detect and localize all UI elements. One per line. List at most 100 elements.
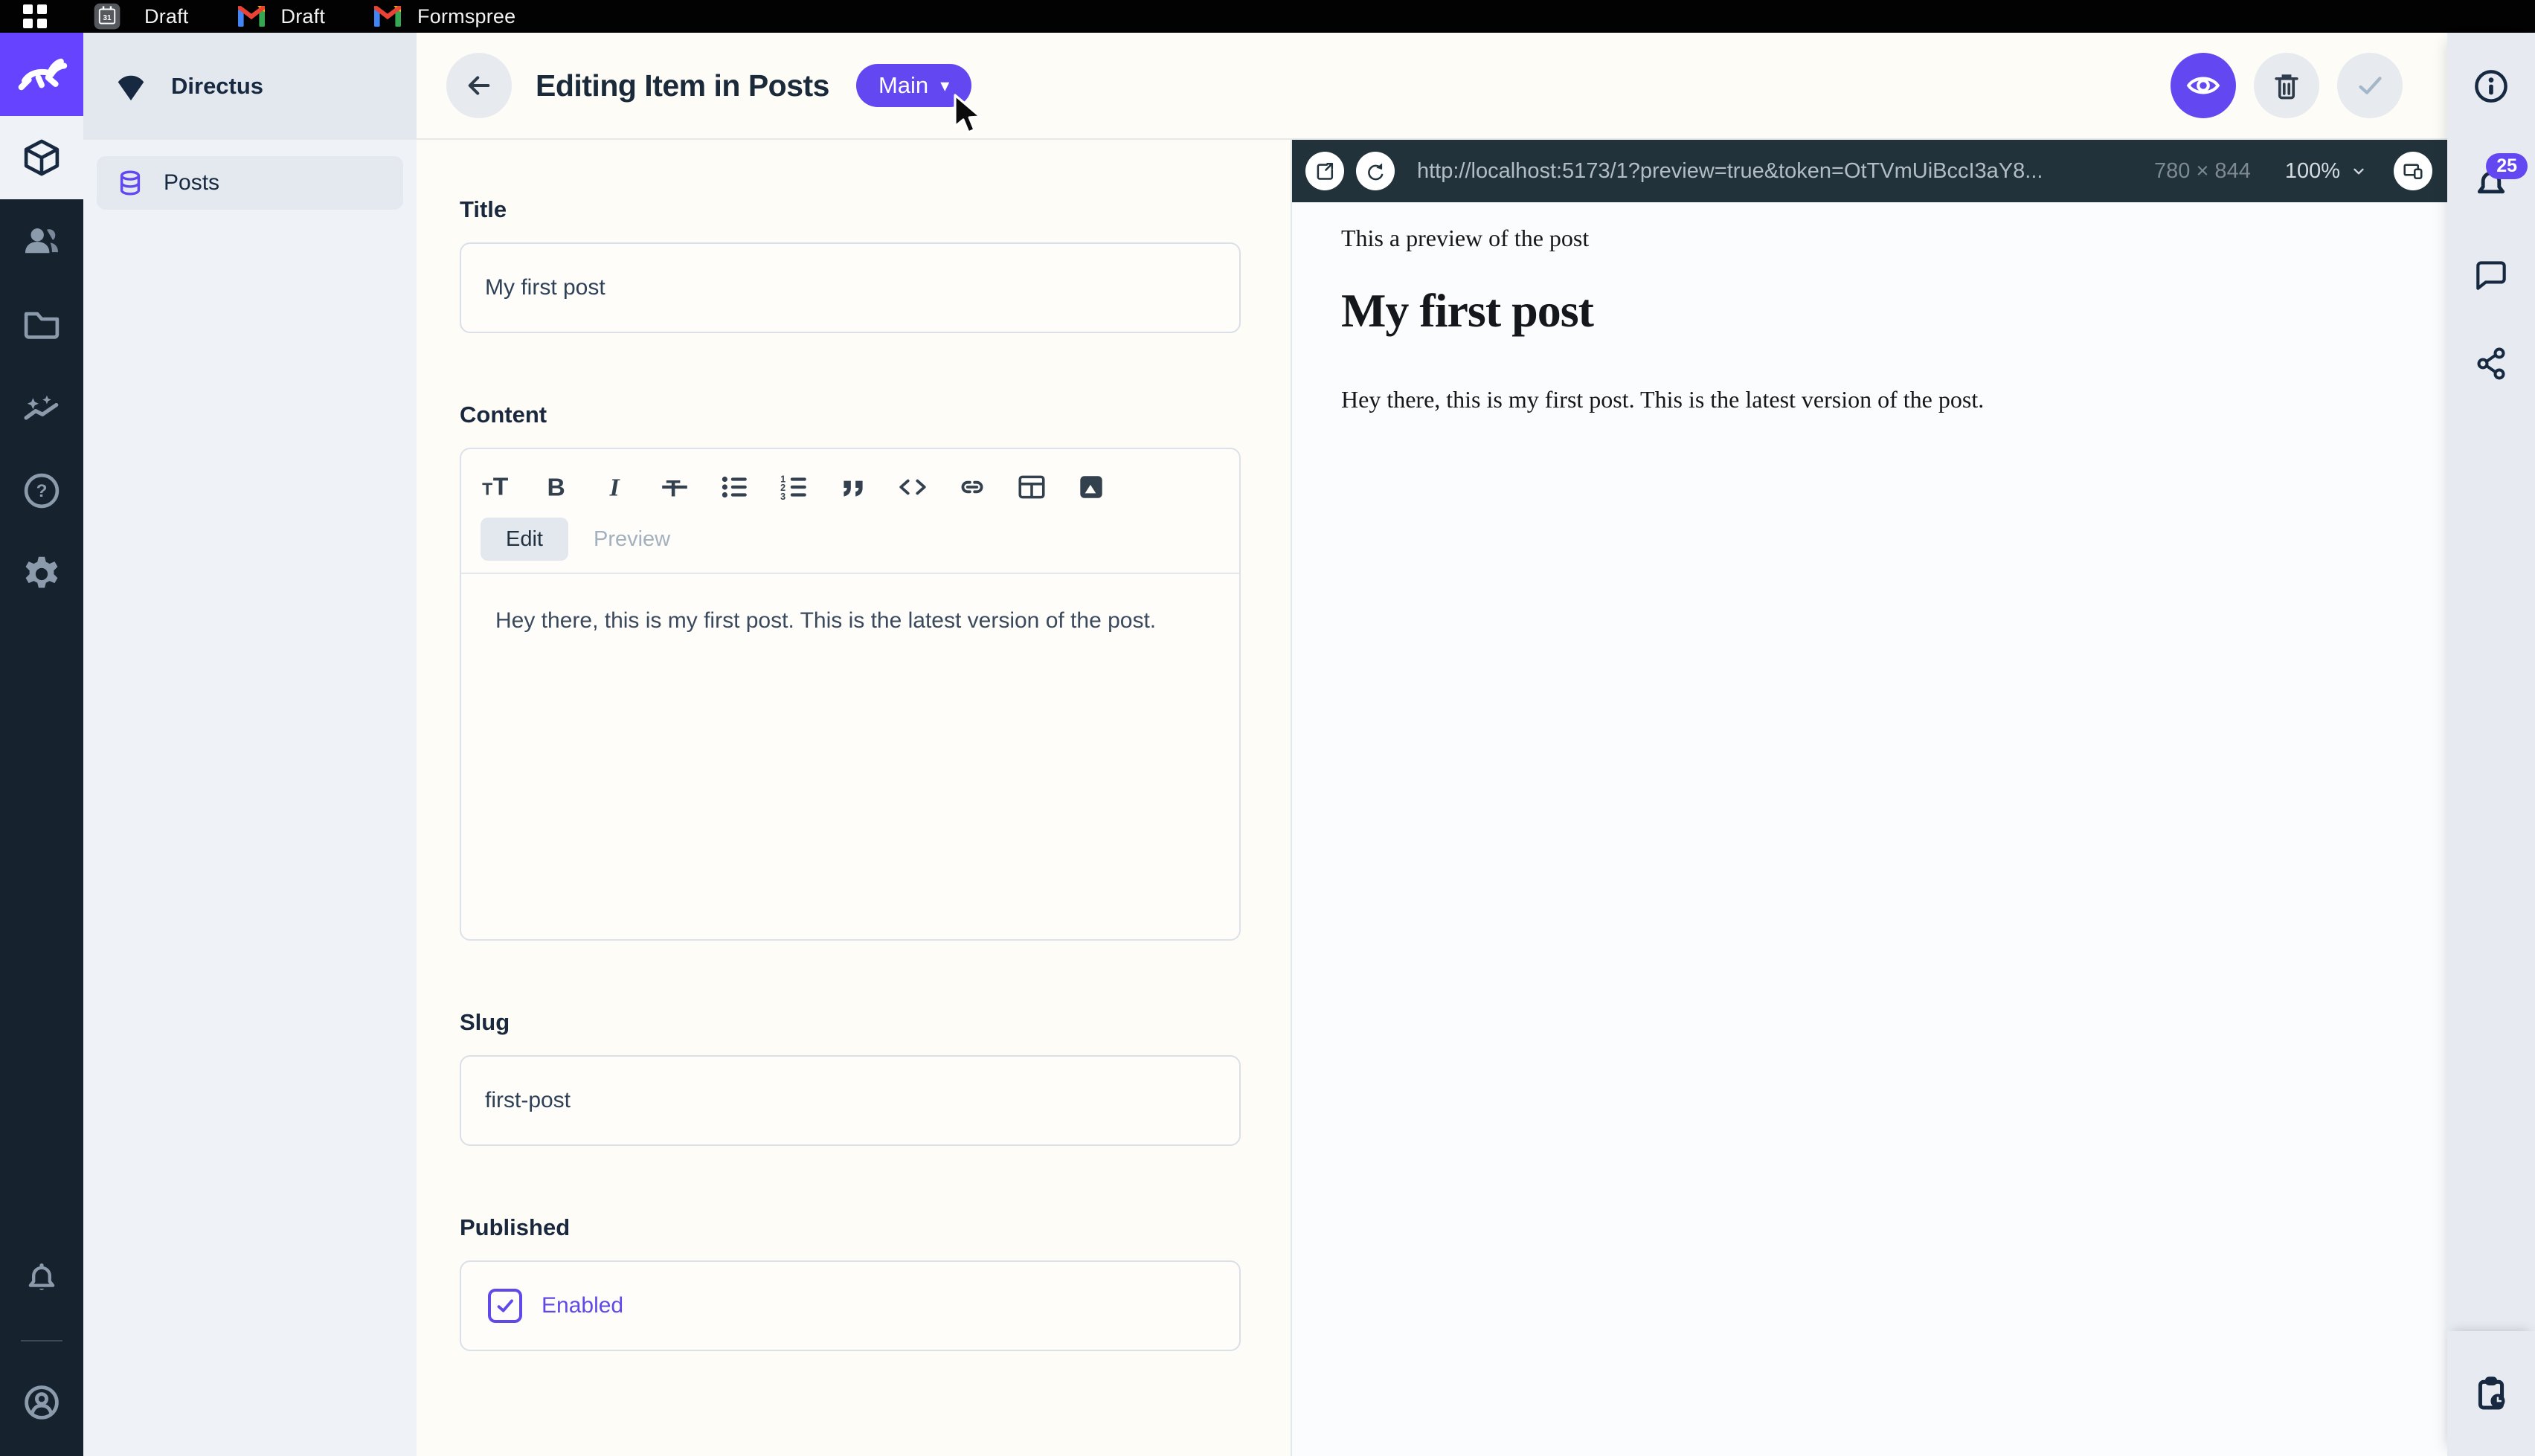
strikethrough-icon[interactable]: T: [659, 471, 690, 503]
page-title: Editing Item in Posts: [536, 68, 829, 103]
save-button[interactable]: [2337, 53, 2403, 118]
check-icon: [2352, 68, 2388, 103]
field-content: Content TT B I T 123: [460, 402, 1241, 941]
open-in-new-button[interactable]: [1305, 152, 1344, 190]
check-icon: [494, 1295, 516, 1317]
notifications-button[interactable]: 25: [2447, 140, 2535, 229]
field-published: Published Enabled: [460, 1214, 1241, 1351]
project-name: Directus: [171, 73, 263, 100]
numbered-list-icon[interactable]: 123: [778, 471, 809, 503]
link-icon[interactable]: [957, 471, 988, 503]
editor-tabs: Edit Preview: [461, 507, 1239, 574]
browser-tab[interactable]: Formspree: [374, 5, 515, 28]
comments-button[interactable]: [2447, 229, 2535, 318]
table-icon[interactable]: [1016, 471, 1047, 503]
user-avatar-button[interactable]: [0, 1361, 83, 1444]
project-header[interactable]: Directus: [83, 33, 417, 140]
responsive-toggle-button[interactable]: [2394, 152, 2432, 190]
module-help[interactable]: ?: [0, 449, 83, 532]
help-icon: ?: [20, 469, 63, 512]
field-label: Slug: [460, 1009, 1241, 1036]
preview-body-text: Hey there, this is my first post. This i…: [1341, 386, 2417, 413]
item-form: Title Content TT B I T 123: [417, 140, 1291, 1456]
svg-text:?: ?: [36, 481, 48, 501]
svg-text:T: T: [482, 480, 492, 499]
directus-logo[interactable]: [0, 33, 83, 116]
delete-button[interactable]: [2254, 53, 2319, 118]
info-icon: [2470, 65, 2512, 107]
editor-toolbar: TT B I T 123: [461, 449, 1239, 507]
folder-icon: [20, 303, 63, 346]
cube-icon: [20, 136, 63, 179]
revisions-dock[interactable]: [2447, 1331, 2535, 1456]
tab-edit[interactable]: Edit: [481, 518, 568, 561]
italic-icon[interactable]: I: [600, 471, 631, 503]
field-label: Title: [460, 196, 1241, 223]
markdown-editor: TT B I T 123: [460, 448, 1241, 941]
preview-document: This a preview of the post My first post…: [1292, 202, 2447, 1456]
blockquote-icon[interactable]: [838, 471, 869, 503]
browser-tab-label: Draft: [281, 5, 326, 28]
preview-heading: My first post: [1341, 283, 2417, 338]
info-button[interactable]: [2470, 33, 2512, 140]
version-label: Main: [878, 72, 928, 99]
users-icon: [20, 219, 63, 262]
preview-url-bar: http://localhost:5173/1?preview=true&tok…: [1292, 140, 2447, 202]
tab-preview[interactable]: Preview: [568, 518, 695, 561]
module-settings[interactable]: [0, 532, 83, 616]
heading-icon[interactable]: TT: [481, 471, 512, 503]
share-icon: [2473, 344, 2510, 381]
field-label: Content: [460, 402, 1241, 428]
gear-icon: [20, 553, 63, 596]
bullet-list-icon[interactable]: [719, 471, 750, 503]
published-field: Enabled: [460, 1260, 1241, 1351]
svg-text:3: 3: [780, 492, 785, 502]
database-icon: [116, 169, 144, 197]
refresh-icon: [1365, 161, 1386, 181]
page-header: Editing Item in Posts Main ▾: [417, 33, 2447, 140]
browser-tab[interactable]: 31 Draft: [86, 0, 189, 37]
bold-icon[interactable]: B: [540, 471, 571, 503]
module-files[interactable]: [0, 283, 83, 366]
zoom-select[interactable]: 100%: [2285, 159, 2367, 184]
browser-tab-label: Formspree: [417, 5, 515, 28]
slug-input[interactable]: [460, 1055, 1241, 1146]
divider: [21, 1340, 62, 1341]
notifications-bell-button[interactable]: [0, 1237, 83, 1321]
app-grid-icon[interactable]: [22, 4, 48, 29]
field-label: Published: [460, 1214, 1241, 1241]
svg-text:T: T: [493, 474, 509, 501]
calendar-31-icon: 31: [86, 0, 128, 37]
code-icon[interactable]: [897, 471, 928, 503]
refresh-button[interactable]: [1356, 152, 1395, 190]
svg-text:I: I: [609, 474, 621, 502]
preview-url[interactable]: http://localhost:5173/1?preview=true&tok…: [1417, 159, 2139, 184]
comment-icon: [2472, 254, 2510, 293]
share-button[interactable]: [2447, 318, 2535, 408]
chevron-down-icon: [2351, 163, 2367, 179]
svg-text:B: B: [547, 474, 565, 502]
preview-button[interactable]: [2171, 53, 2236, 118]
browser-tab[interactable]: Draft: [238, 5, 326, 28]
app-screen: 31 Draft Draft Formspree: [0, 0, 2535, 1456]
arrow-left-icon: [463, 69, 495, 102]
module-insights[interactable]: [0, 366, 83, 449]
published-checkbox[interactable]: [488, 1289, 522, 1323]
image-icon[interactable]: [1076, 471, 1107, 503]
preview-dimensions: 780 × 844: [2154, 159, 2251, 184]
revisions-clipboard-icon: [2470, 1373, 2512, 1414]
sidebar-item-posts[interactable]: Posts: [97, 156, 403, 210]
browser-tab-bar: 31 Draft Draft Formspree: [0, 0, 2535, 33]
chevron-down-icon: ▾: [940, 75, 949, 97]
preview-intro-text: This a preview of the post: [1341, 225, 2417, 252]
module-bar: ?: [0, 33, 83, 1456]
module-content[interactable]: [0, 116, 83, 199]
back-button[interactable]: [446, 53, 512, 118]
module-users[interactable]: [0, 199, 83, 283]
devices-icon: [2402, 160, 2424, 182]
title-input[interactable]: [460, 242, 1241, 333]
project-logo-icon: [113, 71, 149, 102]
live-preview-panel: http://localhost:5173/1?preview=true&tok…: [1291, 140, 2447, 1456]
field-title: Title: [460, 196, 1241, 333]
content-textarea[interactable]: Hey there, this is my first post. This i…: [461, 574, 1239, 935]
